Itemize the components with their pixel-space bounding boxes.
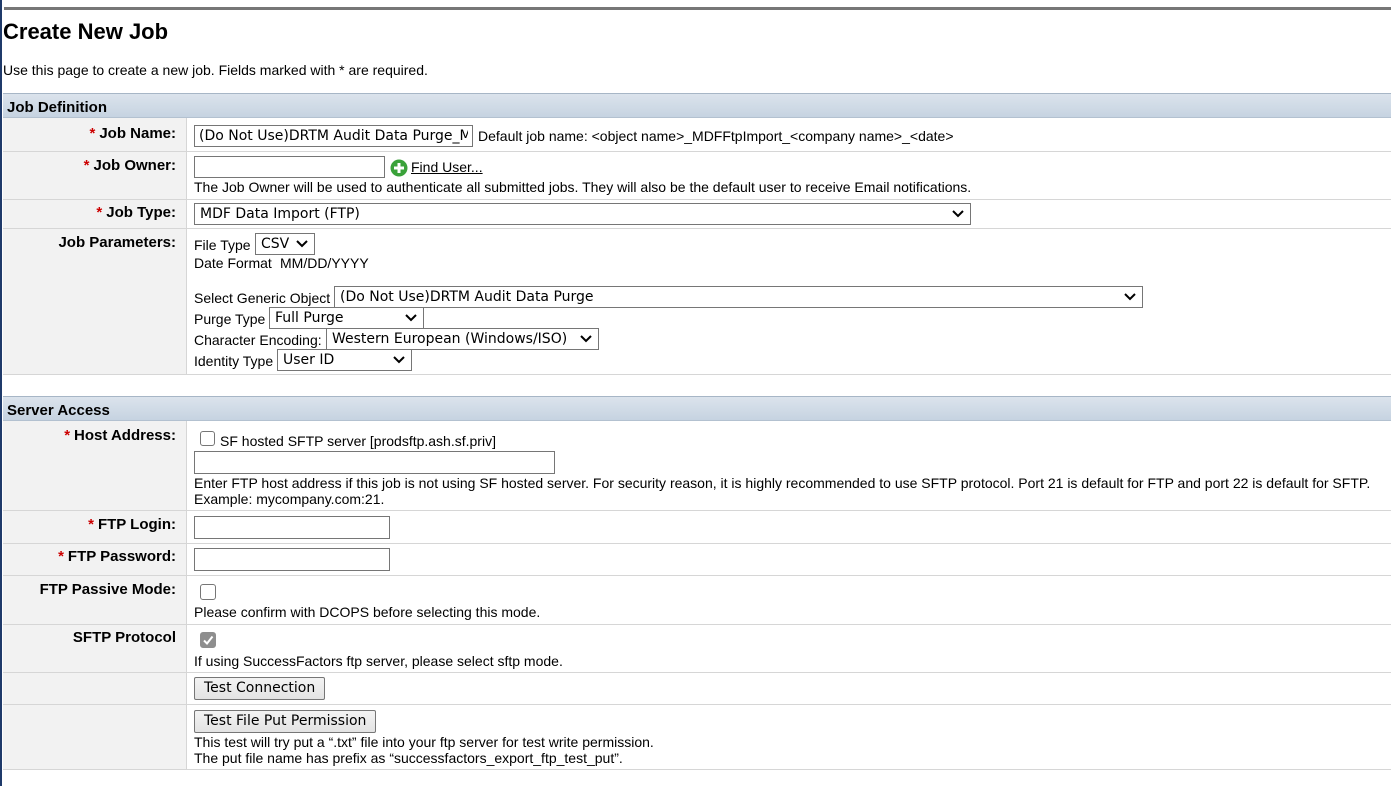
chevron-down-icon [393, 356, 405, 364]
date-format-value: MM/DD/YYYY [280, 255, 369, 271]
chevron-down-icon [296, 240, 308, 248]
encoding-label: Character Encoding: [194, 332, 322, 348]
job-name-label: * Job Name: [89, 125, 176, 142]
identity-type-label: Identity Type [194, 353, 274, 369]
job-parameters-label: Job Parameters: [58, 234, 176, 251]
sftp-protocol-row: SFTP Protocol If using SuccessFactors ft… [3, 625, 1391, 673]
host-address-row: * Host Address: SF hosted SFTP server [pr… [3, 421, 1391, 511]
required-marker: * [88, 516, 94, 533]
required-marker: * [89, 125, 96, 142]
label-cell: Job Parameters: [3, 229, 187, 374]
ftp-login-input[interactable] [194, 516, 390, 539]
chevron-down-icon [580, 335, 592, 343]
file-type-label: File Type [194, 237, 251, 253]
label-cell: * Job Type: [3, 200, 187, 228]
test-connection-row: Test Connection [3, 673, 1391, 705]
ftp-passive-mode-row: FTP Passive Mode: Please confirm with DC… [3, 576, 1391, 625]
job-owner-label: * Job Owner: [83, 157, 176, 174]
test-put-prefix-hint: The put file name has prefix as “success… [194, 750, 623, 766]
ftp-password-input[interactable] [194, 548, 390, 571]
sftp-protocol-label: SFTP Protocol [72, 629, 176, 646]
ftp-login-row: * FTP Login: [3, 511, 1391, 544]
date-format-label: Date Format [194, 255, 272, 271]
ftp-passive-mode-label: FTP Passive Mode: [39, 581, 176, 598]
generic-object-label: Select Generic Object [194, 290, 331, 306]
label-cell: * Job Name: [3, 118, 187, 151]
sftp-protocol-hint: If using SuccessFactors ftp server, plea… [194, 653, 563, 669]
sftp-protocol-checkbox[interactable] [200, 632, 216, 648]
required-marker: * [96, 204, 103, 221]
ftp-login-label: * FTP Login: [88, 516, 176, 533]
job-name-input[interactable] [194, 125, 473, 147]
ftp-passive-mode-hint: Please confirm with DCOPS before selecti… [194, 604, 541, 620]
label-cell: FTP Passive Mode: [3, 576, 187, 624]
job-owner-row: * Job Owner: Find User... The Job Owner w… [3, 152, 1391, 200]
test-put-hint: This test will try put a “.txt” file int… [194, 734, 654, 750]
label-cell: * FTP Password: [3, 544, 187, 575]
required-marker: * [58, 548, 64, 565]
required-marker: * [83, 157, 90, 174]
job-type-select[interactable]: MDF Data Import (FTP) [194, 203, 971, 225]
test-put-row: Test File Put Permission This test will … [3, 705, 1391, 770]
chevron-down-icon [952, 210, 964, 218]
job-owner-hint: The Job Owner will be used to authentica… [194, 179, 972, 195]
ftp-passive-mode-checkbox[interactable] [200, 584, 216, 600]
ftp-password-label: * FTP Password: [58, 548, 176, 565]
add-circle-icon[interactable] [390, 159, 408, 180]
find-user-link[interactable]: Find User... [411, 159, 483, 175]
job-type-row: * Job Type: MDF Data Import (FTP) [3, 200, 1391, 229]
label-cell: * Host Address: [3, 421, 187, 510]
job-parameters-row: Job Parameters: File Type CSV Date Forma… [3, 229, 1391, 375]
section-header-job-definition: Job Definition [3, 93, 1391, 118]
label-cell: SFTP Protocol [3, 625, 187, 672]
sf-hosted-label: SF hosted SFTP server [prodsftp.ash.sf.p… [220, 433, 496, 449]
host-address-example: Example: mycompany.com:21. [194, 491, 385, 507]
ftp-password-row: * FTP Password: [3, 544, 1391, 576]
label-cell: * Job Owner: [3, 152, 187, 199]
label-cell [3, 673, 187, 704]
host-address-label: * Host Address: [64, 427, 176, 444]
file-type-select[interactable]: CSV [255, 233, 315, 255]
job-type-label: * Job Type: [96, 204, 176, 221]
required-marker: * [64, 427, 71, 444]
test-put-button[interactable]: Test File Put Permission [194, 710, 377, 733]
checkmark-icon [203, 635, 214, 646]
host-address-input[interactable] [194, 451, 555, 474]
identity-type-select[interactable]: User ID [277, 349, 412, 371]
section-header-server-access: Server Access [3, 396, 1391, 421]
job-name-hint: Default job name: <object name>_MDFFtpIm… [478, 128, 954, 144]
chevron-down-icon [405, 314, 417, 322]
window-left-edge [0, 0, 2, 786]
sf-hosted-checkbox[interactable] [200, 431, 215, 446]
page-title: Create New Job [3, 19, 169, 44]
job-owner-input[interactable] [194, 156, 385, 178]
label-cell [3, 705, 187, 769]
top-divider [4, 7, 1391, 10]
test-connection-button[interactable]: Test Connection [194, 677, 326, 700]
encoding-select[interactable]: Western European (Windows/ISO) [326, 328, 599, 350]
chevron-down-icon [1124, 293, 1136, 301]
page-intro: Use this page to create a new job. Field… [3, 62, 428, 78]
generic-object-select[interactable]: (Do Not Use)DRTM Audit Data Purge [334, 286, 1143, 308]
host-address-hint: Enter FTP host address if this job is no… [194, 475, 1371, 491]
label-cell: * FTP Login: [3, 511, 187, 543]
job-name-row: *Job Name: Default job name: <object nam… [3, 118, 1391, 152]
purge-type-label: Purge Type [194, 311, 266, 327]
purge-type-select[interactable]: Full Purge [269, 307, 424, 329]
